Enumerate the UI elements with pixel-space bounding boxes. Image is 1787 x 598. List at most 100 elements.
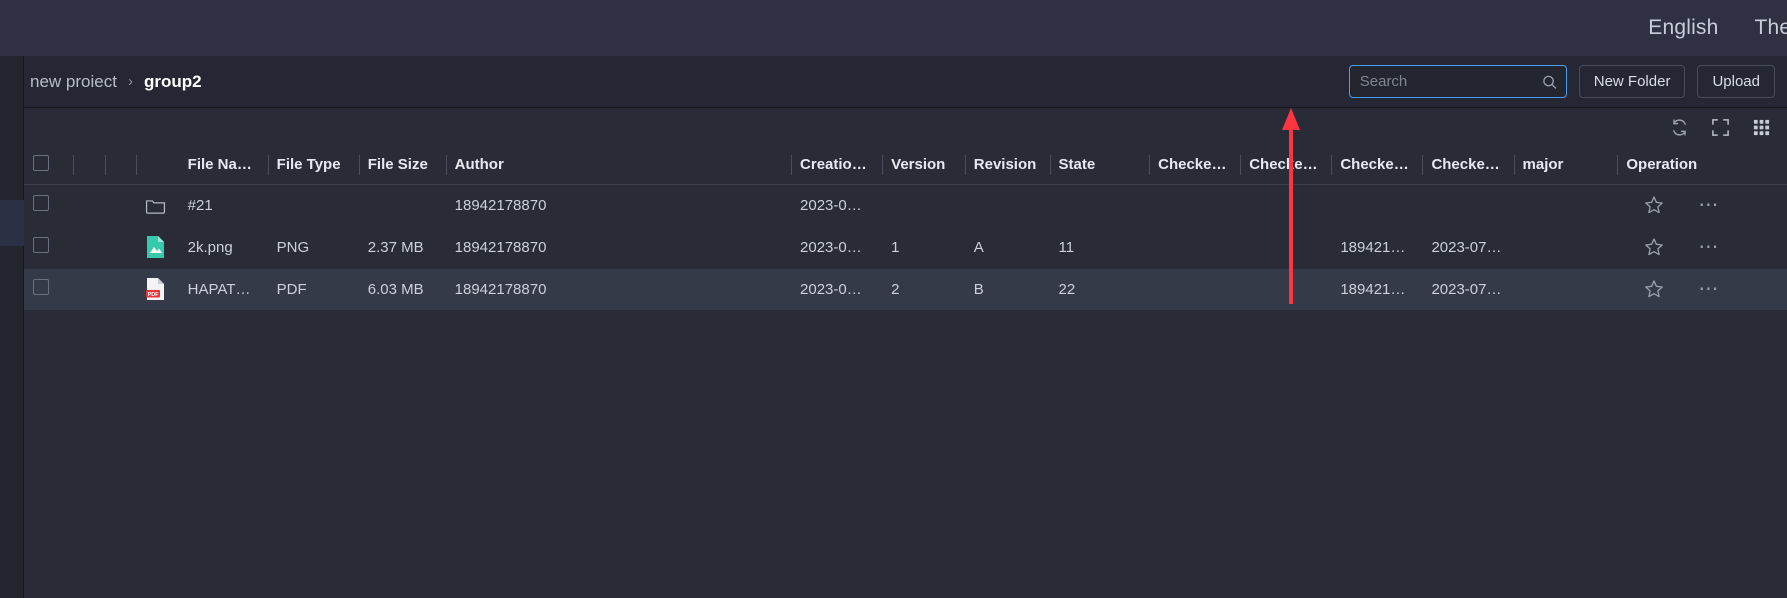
- row-major: [1514, 226, 1618, 268]
- theme-switcher[interactable]: Them: [1755, 16, 1787, 40]
- new-folder-button[interactable]: New Folder: [1578, 65, 1686, 98]
- row-checked-1: [1149, 226, 1240, 268]
- column-header-state[interactable]: State: [1049, 146, 1150, 185]
- row-version: [882, 184, 965, 226]
- row-revision: [965, 184, 1050, 226]
- column-header-checked-4[interactable]: Checke…: [1422, 146, 1514, 185]
- row-file-name[interactable]: #21: [179, 184, 268, 226]
- row-revision: B: [964, 268, 1050, 310]
- rail-active-indicator[interactable]: [0, 200, 24, 246]
- row-file-size: 2.37 MB: [367, 238, 424, 256]
- row-creation-time: 2023-0…: [791, 268, 883, 310]
- column-header-checked-2[interactable]: Checke…: [1240, 146, 1332, 185]
- row-author: 18942178870: [445, 268, 792, 310]
- row-blank-1: [72, 268, 105, 310]
- row-checkbox-cell: [24, 184, 73, 226]
- file-table: File Na… File Type File Size Author Crea…: [24, 146, 1787, 311]
- row-file-type: PNG: [276, 238, 310, 256]
- row-version: 1: [891, 238, 900, 256]
- column-header-file-size[interactable]: File Size: [358, 146, 446, 185]
- column-header-blank-1: [72, 146, 105, 185]
- pdf-file-icon: PDF: [145, 277, 169, 301]
- table-row[interactable]: #21 18942178870 2023-0… ⋯: [24, 184, 1787, 226]
- column-header-blank-2: [104, 146, 137, 185]
- row-checked-1: [1149, 184, 1240, 226]
- column-header-version[interactable]: Version: [882, 146, 965, 185]
- row-author: 18942178870: [454, 238, 547, 256]
- breadcrumb-item-current[interactable]: group2: [144, 72, 202, 92]
- search-input[interactable]: [1349, 66, 1585, 97]
- top-bar: English Them: [0, 0, 1787, 56]
- breadcrumb-item-root[interactable]: new proiect: [30, 72, 117, 92]
- more-options-icon[interactable]: ⋯: [1698, 237, 1720, 257]
- folder-icon: [145, 196, 169, 215]
- star-icon[interactable]: [1644, 237, 1664, 257]
- row-state: 11: [1058, 238, 1075, 256]
- column-header-creation-time[interactable]: Creatio…: [791, 146, 883, 185]
- row-file-name[interactable]: 2k.png: [179, 226, 268, 268]
- row-checked-3: 189421…: [1340, 238, 1406, 256]
- row-checked-3: 189421…: [1331, 268, 1423, 310]
- fullscreen-icon[interactable]: [1711, 118, 1730, 137]
- header-row: File Na… File Type File Size Author Crea…: [24, 146, 1787, 185]
- png-file-icon: [145, 235, 169, 259]
- row-checkbox[interactable]: [33, 195, 49, 211]
- star-icon[interactable]: [1644, 279, 1664, 299]
- column-header-icon: [136, 146, 179, 185]
- row-revision: A: [973, 238, 984, 256]
- row-checkbox-cell: [24, 226, 73, 268]
- row-checkbox[interactable]: [33, 237, 49, 253]
- row-blank-2: [105, 184, 137, 226]
- row-file-icon-cell: [136, 184, 178, 226]
- column-header-file-type[interactable]: File Type: [267, 146, 359, 185]
- row-checked-4: 2023-07…: [1431, 238, 1502, 256]
- column-header-checked-3[interactable]: Checke…: [1331, 146, 1423, 185]
- upload-button[interactable]: Upload: [1697, 65, 1775, 98]
- row-major: [1513, 268, 1618, 310]
- row-version: 2: [882, 268, 965, 310]
- star-icon[interactable]: [1644, 195, 1664, 215]
- select-all-checkbox[interactable]: [33, 154, 49, 171]
- table-row[interactable]: PDF HAPAT… PDF 6.03 MB 18942178870 2023-…: [24, 268, 1787, 310]
- row-checked-4: 2023-07…: [1422, 268, 1514, 310]
- row-creation-time: 2023-0…: [800, 196, 862, 214]
- column-settings-icon[interactable]: [1752, 118, 1771, 137]
- row-file-icon-cell: PDF: [136, 268, 179, 310]
- row-file-name[interactable]: HAPAT…: [178, 268, 268, 310]
- table-row[interactable]: 2k.png PNG 2.37 MB 18942178870 2023-0… 1…: [24, 226, 1787, 268]
- row-checked-3: [1331, 184, 1422, 226]
- row-file-type: PDF: [267, 268, 359, 310]
- row-blank-1: [73, 184, 105, 226]
- svg-text:PDF: PDF: [148, 292, 159, 298]
- column-header-revision[interactable]: Revision: [964, 146, 1050, 185]
- breadcrumb-actions: New Folder Upload: [1348, 65, 1787, 98]
- breadcrumb: new proiect › group2: [24, 72, 202, 92]
- row-blank-1: [73, 226, 105, 268]
- row-blank-2: [104, 268, 137, 310]
- column-header-checkbox: [24, 146, 73, 185]
- more-options-icon[interactable]: ⋯: [1698, 195, 1720, 215]
- chevron-right-icon: ›: [127, 73, 133, 90]
- language-switcher[interactable]: English: [1648, 16, 1718, 40]
- search-box[interactable]: [1348, 65, 1585, 98]
- row-file-size: [359, 184, 446, 226]
- column-header-major[interactable]: major: [1513, 146, 1618, 185]
- row-blank-2: [105, 226, 137, 268]
- row-checkbox[interactable]: [33, 279, 49, 295]
- grid-toolbar: [24, 108, 1787, 146]
- refresh-icon[interactable]: [1670, 118, 1689, 137]
- row-checked-4: [1422, 184, 1513, 226]
- row-creation-time: 2023-0…: [800, 238, 862, 256]
- breadcrumb-bar: new proiect › group2 New Folder Upload: [24, 56, 1787, 108]
- left-rail: [0, 56, 24, 598]
- file-manager-app: English Them new proiect › group2 New Fo…: [0, 0, 1787, 598]
- column-header-checked-1[interactable]: Checke…: [1149, 146, 1241, 185]
- row-checked-2: [1240, 268, 1332, 310]
- column-header-author[interactable]: Author: [445, 146, 792, 185]
- column-header-file-name[interactable]: File Na…: [178, 146, 268, 185]
- file-table-header: File Na… File Type File Size Author Crea…: [24, 146, 1787, 185]
- file-table-body: #21 18942178870 2023-0… ⋯ 2k.png PNG 2.3…: [24, 184, 1787, 310]
- more-options-icon[interactable]: ⋯: [1698, 279, 1720, 299]
- row-file-size: 6.03 MB: [358, 268, 446, 310]
- row-author: 18942178870: [454, 196, 547, 214]
